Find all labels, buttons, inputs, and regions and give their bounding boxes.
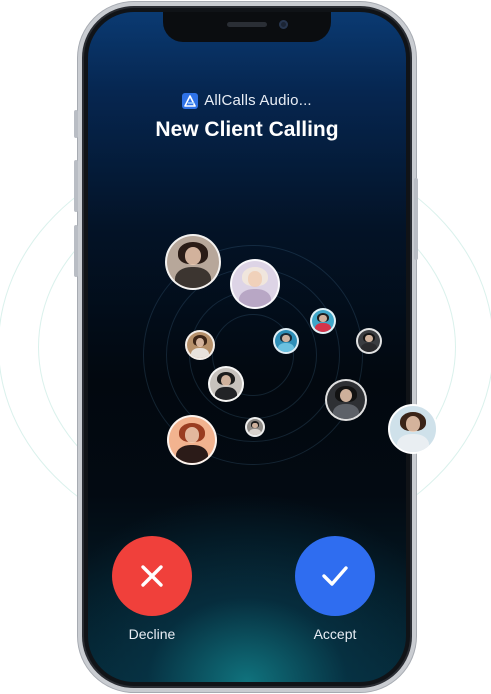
avatar-man-blue-jacket[interactable] [273,328,299,354]
mute-switch [74,110,78,138]
accept-label: Accept [313,626,357,642]
phone-notch [163,12,331,42]
volume-up-button [74,160,78,212]
front-camera [279,20,288,29]
app-name-label: AllCalls Audio... [204,92,312,109]
close-icon [141,565,163,587]
checkmark-icon [322,566,348,586]
allcalls-logo-icon [182,92,199,109]
avatar-woman-red-hair[interactable] [167,415,217,465]
call-title: New Client Calling [155,118,339,141]
avatar-man-standing[interactable] [208,366,244,402]
phone-screen: AllCalls Audio... New Client Calling Dec… [88,12,406,682]
avatar-woman-smiling[interactable] [185,330,215,360]
avatar-woman-blonde[interactable] [230,259,280,309]
caller-app-row: AllCalls Audio... [88,92,406,109]
power-button [414,178,418,260]
avatar-man-suit[interactable] [325,379,367,421]
avatar-man-incoming[interactable] [388,404,438,454]
decline-label: Decline [128,626,176,642]
avatar-woman-dark-hair[interactable] [165,234,221,290]
avatar-small-person[interactable] [245,417,265,437]
accept-button[interactable] [295,536,375,616]
speaker-grille [227,22,267,27]
volume-down-button [74,225,78,277]
avatar-man-beard[interactable] [356,328,382,354]
avatar-man-red-shirt[interactable] [310,308,336,334]
decline-button[interactable] [112,536,192,616]
